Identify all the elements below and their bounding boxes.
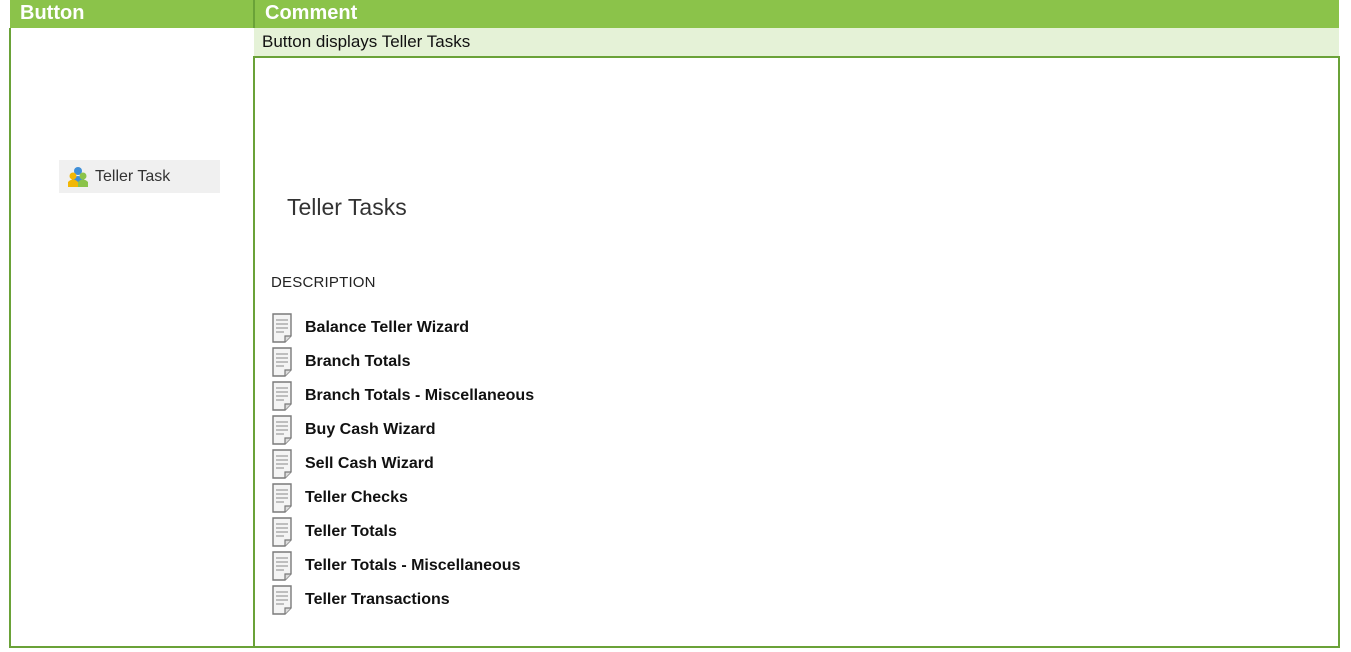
panel-title: Teller Tasks bbox=[287, 194, 407, 220]
header-comment-column: Comment bbox=[253, 0, 1339, 28]
header-comment-label: Comment bbox=[265, 2, 358, 24]
list-column-header: DESCRIPTION bbox=[271, 274, 376, 291]
document-icon bbox=[272, 585, 292, 615]
task-list-item[interactable]: Teller Totals bbox=[271, 515, 534, 549]
document-icon bbox=[272, 381, 292, 411]
header-button-label: Button bbox=[20, 2, 85, 24]
task-list-item[interactable]: Teller Transactions bbox=[271, 583, 534, 617]
teller-tasks-panel: Teller Tasks DESCRIPTION Balance Teller … bbox=[255, 58, 1338, 646]
button-cell: Teller Task bbox=[9, 28, 254, 648]
task-list-item-label: Teller Totals bbox=[305, 523, 397, 540]
task-list: Balance Teller Wizard Branch Totals Branch… bbox=[271, 311, 534, 617]
task-list-item-label: Sell Cash Wizard bbox=[305, 455, 434, 472]
document-icon bbox=[272, 313, 292, 343]
task-list-item-label: Buy Cash Wizard bbox=[305, 421, 436, 438]
comment-screenshot-cell: Teller Tasks DESCRIPTION Balance Teller … bbox=[253, 57, 1340, 648]
task-list-item[interactable]: Sell Cash Wizard bbox=[271, 447, 534, 481]
documentation-table: Button Comment Teller Task Button displa… bbox=[9, 0, 1340, 648]
task-list-item-label: Teller Totals - Miscellaneous bbox=[305, 557, 521, 574]
teller-people-icon bbox=[68, 166, 88, 187]
teller-task-button-label: Teller Task bbox=[95, 167, 171, 185]
task-list-item[interactable]: Balance Teller Wizard bbox=[271, 311, 534, 345]
comment-description: Button displays Teller Tasks bbox=[254, 28, 1339, 58]
task-list-item[interactable]: Branch Totals - Miscellaneous bbox=[271, 379, 534, 413]
task-list-item[interactable]: Teller Checks bbox=[271, 481, 534, 515]
task-list-item-label: Teller Transactions bbox=[305, 591, 450, 608]
task-list-item[interactable]: Buy Cash Wizard bbox=[271, 413, 534, 447]
document-icon bbox=[272, 483, 292, 513]
document-icon bbox=[272, 415, 292, 445]
task-list-item-label: Balance Teller Wizard bbox=[305, 319, 470, 336]
task-list-item[interactable]: Teller Totals - Miscellaneous bbox=[271, 549, 534, 583]
document-icon bbox=[272, 551, 292, 581]
task-list-item-label: Branch Totals bbox=[305, 353, 411, 370]
document-icon bbox=[272, 517, 292, 547]
document-icon bbox=[272, 449, 292, 479]
teller-task-button[interactable]: Teller Task bbox=[59, 160, 220, 193]
task-list-item-label: Branch Totals - Miscellaneous bbox=[305, 387, 535, 404]
task-list-item-label: Teller Checks bbox=[305, 489, 408, 506]
task-list-item[interactable]: Branch Totals bbox=[271, 345, 534, 379]
header-button-column: Button bbox=[10, 0, 254, 28]
document-icon bbox=[272, 347, 292, 377]
